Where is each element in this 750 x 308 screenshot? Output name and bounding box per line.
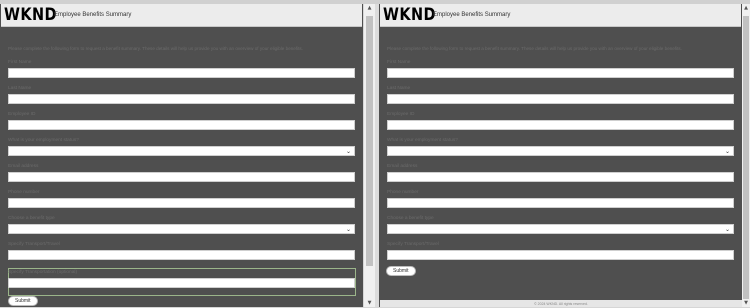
email-field[interactable] xyxy=(387,172,734,182)
left-form-panel: WKND Employee Benefits Summary Please co… xyxy=(0,4,363,307)
email-label: Email address xyxy=(387,164,418,169)
page-title: Employee Benefits Summary xyxy=(54,12,132,18)
scroll-thumb[interactable] xyxy=(366,16,373,266)
arrow-down-icon[interactable]: ▼ xyxy=(364,300,375,306)
email-field[interactable] xyxy=(8,172,355,182)
employee-id-label: Employee ID xyxy=(8,112,36,117)
transport-label: Specify Transport/Travel xyxy=(8,242,60,247)
phone-field[interactable] xyxy=(8,198,355,208)
chevron-down-icon: ⌄ xyxy=(724,148,730,155)
phone-label: Phone number xyxy=(8,190,40,195)
right-scrollbar[interactable]: ▲ ▼ xyxy=(742,4,750,307)
wknd-logo[interactable]: WKND xyxy=(4,5,57,25)
employee-id-field[interactable] xyxy=(387,120,734,130)
form-intro-text: Please complete the following form to re… xyxy=(8,46,304,51)
arrow-up-icon[interactable]: ▲ xyxy=(742,5,750,11)
wknd-logo[interactable]: WKND xyxy=(383,5,436,25)
employee-id-field[interactable] xyxy=(8,120,355,130)
employment-status-label: What is your employment status? xyxy=(8,138,79,143)
last-name-label: Last Name xyxy=(8,86,32,91)
transportation-optional-label: Specify Transportation (optional) xyxy=(8,270,78,275)
first-name-label: First Name xyxy=(387,60,411,65)
page-footer: © 2024 WKND. All rights reserved. xyxy=(380,300,742,307)
employment-status-select[interactable]: ⌄ xyxy=(8,146,355,156)
submit-button[interactable]: Submit xyxy=(8,296,38,306)
chevron-down-icon: ⌄ xyxy=(724,226,730,233)
last-name-field[interactable] xyxy=(8,94,355,104)
last-name-label: Last Name xyxy=(387,86,411,91)
last-name-field[interactable] xyxy=(387,94,734,104)
first-name-field[interactable] xyxy=(387,68,734,78)
transport-field[interactable] xyxy=(387,250,734,260)
arrow-up-icon[interactable]: ▲ xyxy=(364,5,375,11)
first-name-label: First Name xyxy=(8,60,32,65)
benefit-type-label: Choose a benefit type xyxy=(387,216,434,221)
benefit-type-select[interactable]: ⌄ xyxy=(387,224,734,234)
employment-status-select[interactable]: ⌄ xyxy=(387,146,734,156)
employment-status-label: What is your employment status? xyxy=(387,138,458,143)
phone-label: Phone number xyxy=(387,190,419,195)
chevron-down-icon: ⌄ xyxy=(345,148,351,155)
form-intro-text: Please complete the following form to re… xyxy=(387,46,683,51)
app-header: WKND Employee Benefits Summary xyxy=(380,4,741,27)
employee-id-label: Employee ID xyxy=(387,112,415,117)
scroll-thumb[interactable] xyxy=(743,16,749,299)
benefit-type-select[interactable]: ⌄ xyxy=(8,224,355,234)
arrow-down-icon[interactable]: ▼ xyxy=(742,300,750,306)
left-scrollbar[interactable]: ▲ ▼ xyxy=(364,4,375,307)
page-title: Employee Benefits Summary xyxy=(433,12,511,18)
transport-label: Specify Transport/Travel xyxy=(387,242,439,247)
benefit-type-label: Choose a benefit type xyxy=(8,216,55,221)
chevron-down-icon: ⌄ xyxy=(345,226,351,233)
transportation-optional-field[interactable] xyxy=(8,278,355,288)
first-name-field[interactable] xyxy=(8,68,355,78)
email-label: Email address xyxy=(8,164,39,169)
submit-button[interactable]: Submit xyxy=(386,266,416,276)
app-header: WKND Employee Benefits Summary xyxy=(1,4,362,27)
phone-field[interactable] xyxy=(387,198,734,208)
right-form-panel: WKND Employee Benefits Summary Please co… xyxy=(379,4,742,307)
transport-field[interactable] xyxy=(8,250,355,260)
